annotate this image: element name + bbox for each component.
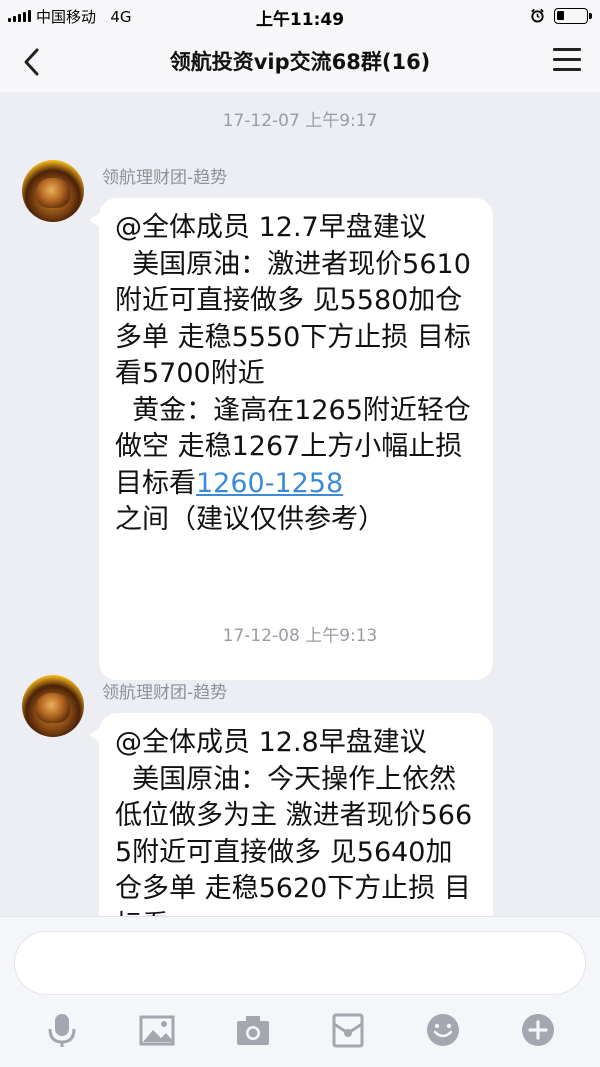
battery-icon <box>554 8 592 24</box>
chat-area[interactable]: 17-12-07 上午9:17 领航理财团-趋势 @全体成员 12.7早盘建议 … <box>0 92 600 916</box>
emoji-icon[interactable] <box>425 1012 461 1048</box>
sender-name: 领航理财团-趋势 <box>102 683 228 703</box>
input-area <box>0 916 600 1067</box>
red-packet-icon[interactable] <box>330 1012 366 1048</box>
group-title: 领航投资vip交流68群(16) <box>169 50 431 74</box>
menu-icon[interactable] <box>553 48 581 76</box>
sender-name: 领航理财团-趋势 <box>102 168 228 188</box>
nav-bar: 领航投资vip交流68群(16) <box>0 32 600 92</box>
status-bar: 中国移动 4G 上午11:49 <box>0 0 600 32</box>
message-link[interactable]: 1260-1258 <box>196 468 343 499</box>
message-bubble[interactable]: @全体成员 12.7早盘建议 美国原油：激进者现价5610附近可直接做多 见55… <box>89 198 493 680</box>
image-icon[interactable] <box>139 1012 175 1048</box>
plus-icon[interactable] <box>520 1012 556 1048</box>
message-text-end: 之间（建议仅供参考） <box>115 504 385 535</box>
message-timestamp: 17-12-08 上午9:13 <box>222 626 378 646</box>
alarm-icon <box>531 8 544 23</box>
message-text: @全体成员 12.7早盘建议 美国原油：激进者现价5610附近可直接做多 见55… <box>115 212 471 499</box>
message-bubble[interactable]: @全体成员 12.8早盘建议 美国原油：今天操作上依然低位做多为主 激进者现价5… <box>89 713 493 916</box>
camera-icon[interactable] <box>235 1012 271 1048</box>
microphone-icon[interactable] <box>44 1012 80 1048</box>
input-toolbar <box>0 1012 600 1052</box>
message-timestamp: 17-12-07 上午9:17 <box>222 111 378 131</box>
message-text: @全体成员 12.8早盘建议 美国原油：今天操作上依然低位做多为主 激进者现价5… <box>115 727 473 916</box>
sender-avatar[interactable] <box>22 160 84 222</box>
message-input[interactable] <box>14 931 586 995</box>
sender-avatar[interactable] <box>22 675 84 737</box>
status-time: 上午11:49 <box>255 10 345 30</box>
back-arrow-icon[interactable] <box>18 46 46 78</box>
